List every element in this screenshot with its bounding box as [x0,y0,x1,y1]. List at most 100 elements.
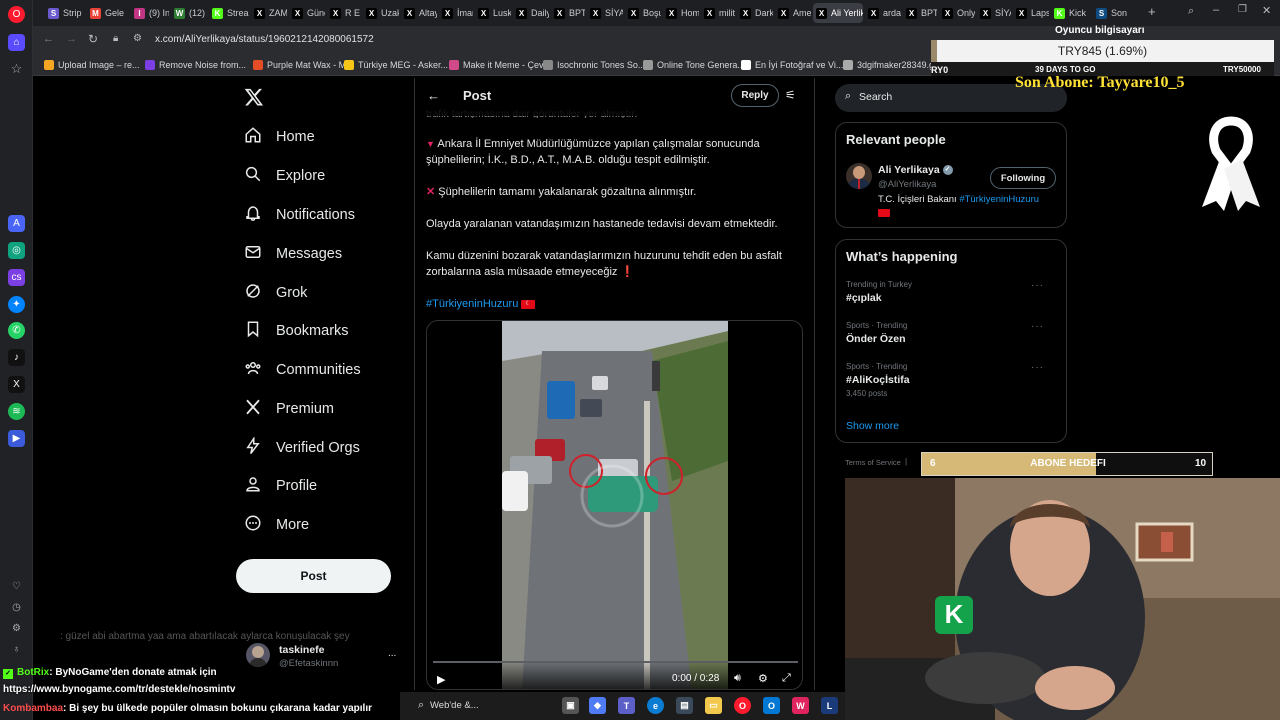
person-name[interactable]: Ali Yerlikaya ✓ [878,164,953,176]
whatsapp-icon[interactable]: ✆ [8,322,25,339]
tab-20[interactable]: X Ali Yerlik [813,3,863,23]
avatar[interactable] [246,643,270,667]
minimize-window-icon[interactable]: – [1213,4,1219,16]
bookmark-7[interactable]: En İyi Fotoğraf ve Vi... [741,57,843,73]
bookmark-3[interactable]: Türkiye MEG - Asker... [344,57,448,73]
bookmark-6[interactable]: Online Tone Genera... [643,57,745,73]
tab-search-icon[interactable]: ⌕ [1188,5,1194,18]
search-input[interactable]: Search [859,91,892,103]
trend-item[interactable]: Sports · Trending #AliKoçİstifa 3,450 post… [846,362,1056,398]
bookmark-4[interactable]: Make it Meme - Çev... [449,57,550,73]
new-tab-plus-icon[interactable]: + [1148,5,1160,19]
app-w-icon[interactable]: W [792,697,809,714]
bookmark-0[interactable]: Upload Image – re... [44,57,140,73]
settings-gear-icon[interactable]: ⚙ [8,620,25,637]
tab-13[interactable]: X BPT [551,3,585,23]
tab-19[interactable]: X Ame [775,3,811,23]
trend-more-icon[interactable]: ··· [1031,321,1044,332]
footer-terms-link[interactable]: Terms of Service [845,458,901,467]
messenger-icon[interactable]: ✦ [8,296,25,313]
edge-icon[interactable]: e [647,697,664,714]
opera-logo-icon[interactable]: O [8,6,25,23]
tab-21[interactable]: Xarda [865,3,901,23]
bio-hashtag-link[interactable]: #TürkiyeninHuzuru [959,194,1039,205]
tab-25[interactable]: X Lapsi [1013,3,1049,23]
x-logo-icon[interactable] [244,87,266,109]
tab-10[interactable]: X İman [439,3,473,23]
history-icon[interactable]: ◷ [8,599,25,616]
tab-1[interactable]: M Gele [87,3,129,23]
show-more-link[interactable]: Show more [846,420,899,432]
back-arrow-icon[interactable]: ← [43,33,54,45]
tune-settings-icon[interactable]: ⚟ [785,88,796,102]
taskbar-search[interactable]: Web'de &... [430,700,479,711]
tiktok-icon[interactable]: ♪ [8,349,25,366]
tab-22[interactable]: X BPT [903,3,937,23]
task-view-icon[interactable]: ▣ [562,697,579,714]
tab-0[interactable]: S Strip [45,3,85,23]
bookmark-5[interactable]: Isochronic Tones So... [543,57,645,73]
store-icon[interactable]: ▤ [676,697,693,714]
trend-more-icon[interactable]: ··· [1031,362,1044,373]
bookmark-8[interactable]: 3dgifmaker28349.gif [843,57,939,73]
nav-item-messages[interactable]: Messages [244,239,342,269]
nav-item-premium[interactable]: Premium [244,394,334,424]
tab-24[interactable]: X SİYA [977,3,1011,23]
tab-12[interactable]: X Daily [513,3,549,23]
nav-item-communities[interactable]: Communities [244,355,361,385]
play-icon[interactable]: ▶ [437,673,445,686]
nav-item-more[interactable]: More [244,510,309,540]
tab-15[interactable]: X Boşu [625,3,661,23]
video-player[interactable]: ▶ 0:00 / 0:28 🔊︎ ⚙ ⤢ [426,320,803,690]
trend-item[interactable]: Trending in Turkey #çıplak ··· [846,280,1056,307]
x-app-icon[interactable]: X [8,376,25,393]
following-button[interactable]: Following [990,167,1056,189]
avatar[interactable] [846,163,872,189]
tab-11[interactable]: X Lusk [475,3,511,23]
lightbulb-icon[interactable]: ♁ [8,641,25,658]
reply-button[interactable]: Reply [731,84,779,107]
tab-17[interactable]: Xmilit [701,3,735,23]
outlook-icon[interactable]: O [763,697,780,714]
reload-icon[interactable]: ↻ [88,32,98,46]
nav-item-profile[interactable]: Profile [244,471,317,501]
bookmark-1[interactable]: Remove Noise from... [145,57,246,73]
volume-icon[interactable]: 🔊︎ [734,672,741,685]
back-arrow-icon[interactable]: ← [427,88,440,103]
nav-item-verified-orgs[interactable]: Verified Orgs [244,433,360,463]
tab-5[interactable]: X ZAM [251,3,287,23]
workspace-home-icon[interactable]: ⌂ [8,34,25,51]
site-lock-icon[interactable]: 🔒︎ [113,33,118,44]
tab-4[interactable]: K Strea [209,3,249,23]
nav-item-grok[interactable]: Grok [244,278,307,308]
url-field[interactable]: x.com/AliYerlikaya/status/19602121420800… [155,31,955,49]
account-more-icon[interactable]: ... [388,648,396,659]
account-name[interactable]: taskinefe [279,644,325,656]
aria-icon[interactable]: A [8,215,25,232]
post-compose-button[interactable]: Post [236,559,391,593]
copilot-icon[interactable]: ◆ [589,697,606,714]
close-window-icon[interactable]: ✕ [1262,4,1271,17]
nav-item-explore[interactable]: Explore [244,161,325,191]
bookmark-2[interactable]: Purple Mat Wax - M... [253,57,354,73]
opera-icon[interactable]: O [734,697,751,714]
forward-arrow-icon[interactable]: → [66,33,77,45]
nav-item-bookmarks[interactable]: Bookmarks [244,316,349,346]
hashtag-link[interactable]: #TürkiyeninHuzuru [426,298,518,310]
fullscreen-icon[interactable]: ⤢ [782,672,791,685]
tab-9[interactable]: X Altay [401,3,437,23]
tab-6[interactable]: X Günd [289,3,325,23]
tab-16[interactable]: X Hom [663,3,699,23]
tab-27[interactable]: S Son [1093,3,1133,23]
tab-26[interactable]: K Kick [1051,3,1091,23]
star-icon[interactable]: ☆ [8,60,25,77]
spotify-icon[interactable]: ≋ [8,403,25,420]
chatgpt-icon[interactable]: ◎ [8,242,25,259]
site-info-icon[interactable]: ⚙ [133,33,142,44]
nav-item-home[interactable]: Home [244,122,315,152]
teams-icon[interactable]: T [618,697,635,714]
trend-more-icon[interactable]: ··· [1031,280,1044,291]
tab-18[interactable]: X Dark [737,3,773,23]
video-progress-track[interactable] [433,661,798,663]
tab-3[interactable]: W (12) [171,3,207,23]
